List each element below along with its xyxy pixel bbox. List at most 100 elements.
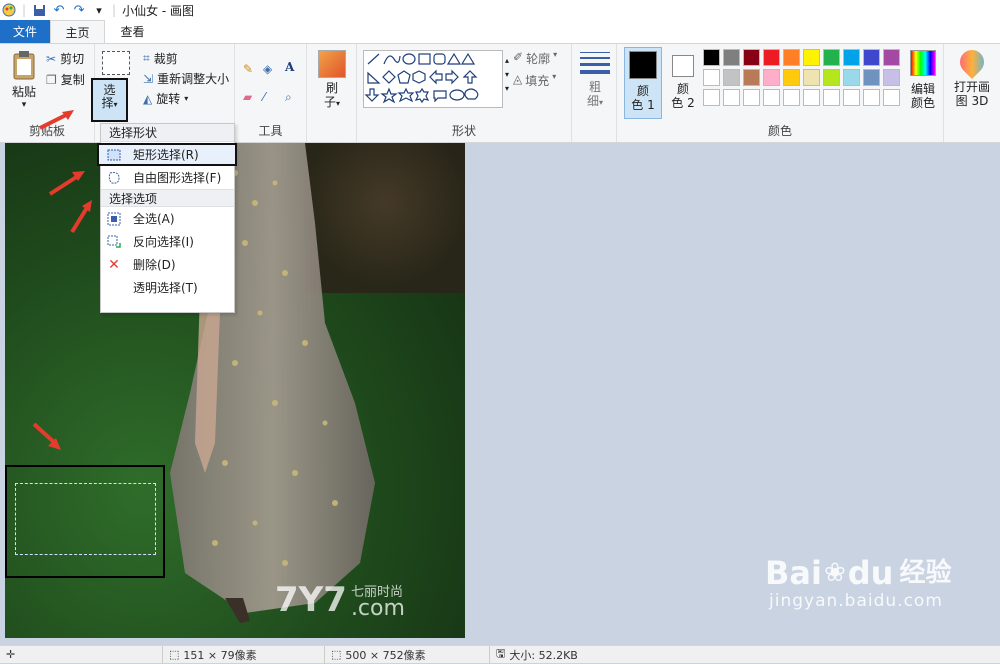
shapes-gallery[interactable] (363, 50, 503, 108)
palette-swatch[interactable] (883, 89, 900, 106)
palette-swatch[interactable] (843, 69, 860, 86)
clipboard-icon (13, 51, 35, 80)
shapes-scroll-icon[interactable]: ▴ ▾ ▾ (505, 54, 509, 96)
palette-swatch[interactable] (823, 69, 840, 86)
outline-button[interactable]: ✐ 轮廓 ▾ (513, 50, 557, 67)
crop-button[interactable]: ⌗ 裁剪 (143, 50, 178, 67)
paint-app-icon (2, 3, 16, 17)
fill-label: 填充 (525, 74, 550, 88)
tab-view[interactable]: 查看 (105, 20, 160, 43)
palette-swatch[interactable] (723, 69, 740, 86)
palette-swatch[interactable] (763, 49, 780, 66)
color1-button[interactable]: 颜 色 1 (624, 47, 662, 119)
palette-swatch[interactable] (743, 49, 760, 66)
palette-swatch[interactable] (783, 89, 800, 106)
quick-access-dropdown[interactable]: ▾ (92, 3, 106, 17)
menu-item-select-all[interactable]: 全选(A) (101, 207, 234, 230)
free-select-label: 自由图形选择(F) (133, 171, 222, 185)
palette-swatch[interactable] (743, 89, 760, 106)
select-button[interactable]: 选 择▾ (91, 78, 128, 122)
palette-swatch[interactable] (883, 49, 900, 66)
redo-icon[interactable]: ↷ (72, 3, 86, 18)
resize-button[interactable]: ⇲ 重新调整大小 (143, 70, 229, 87)
palette-swatch[interactable] (703, 69, 720, 86)
brush-label-line2: 子 (323, 95, 336, 109)
palette-swatch[interactable] (703, 49, 720, 66)
palette-swatch[interactable] (883, 69, 900, 86)
tools-group: ✎ ◈ A ▰ ⁄ ⌕ 工具 (235, 44, 307, 142)
eraser-icon[interactable]: ▰ (243, 90, 252, 104)
magnifier-icon[interactable]: ⌕ (285, 90, 292, 105)
palette-swatch[interactable] (703, 89, 720, 106)
brush-button[interactable]: 刷 子▾ (315, 50, 349, 111)
free-select-icon (107, 171, 121, 185)
menu-item-transparent-select[interactable]: 透明选择(T) (101, 276, 234, 299)
shapes-group: ▴ ▾ ▾ ✐ 轮廓 ▾ ◬ 填充 ▾ 形状 (357, 44, 572, 142)
color2-swatch (672, 55, 694, 77)
palette-swatch[interactable] (723, 49, 740, 66)
tab-home[interactable]: 主页 (50, 20, 105, 43)
palette-swatch[interactable] (823, 49, 840, 66)
invert-select-label: 反向选择(I) (133, 235, 194, 249)
save-icon[interactable] (32, 3, 46, 17)
open-paint3d-button[interactable]: 打开画 图 3D (948, 45, 996, 108)
brush-icon (318, 50, 346, 78)
shapes-palette-icon (364, 52, 479, 104)
pencil-icon[interactable]: ✎ (243, 62, 253, 76)
menu-item-invert-select[interactable]: 反向选择(I) (101, 230, 234, 253)
tab-file[interactable]: 文件 (0, 20, 50, 43)
selection-annotation-box (5, 465, 165, 578)
color2-button[interactable]: 颜 色 2 (666, 47, 700, 119)
select-rect-preview[interactable] (102, 51, 130, 75)
palette-swatch[interactable] (843, 89, 860, 106)
status-selection-size: ⬚ 151 × 79像素 (163, 645, 325, 664)
selection-size-icon: ⬚ (169, 648, 180, 661)
palette-swatch[interactable] (863, 69, 880, 86)
colors-group-label: 颜色 (767, 124, 792, 138)
resize-label: 重新调整大小 (157, 72, 230, 86)
palette-swatch[interactable] (743, 69, 760, 86)
rect-select-label: 矩形选择(R) (133, 148, 199, 162)
crop-icon: ⌗ (143, 51, 150, 65)
transparent-select-label: 透明选择(T) (133, 281, 198, 295)
palette-swatch[interactable] (803, 69, 820, 86)
transparent-select-icon (107, 281, 121, 295)
fill-bucket-icon[interactable]: ◈ (263, 62, 272, 76)
outline-icon: ✐ (513, 50, 524, 64)
undo-icon[interactable]: ↶ (52, 3, 66, 18)
palette-swatch[interactable] (863, 49, 880, 66)
select-all-icon (107, 212, 121, 226)
cut-button[interactable]: ✂ 剪切 (46, 50, 84, 67)
size-button[interactable]: 粗 细▾ (578, 50, 612, 110)
edit-colors-button[interactable]: 编辑 颜色 (905, 50, 941, 110)
annotation-arrow-free (70, 200, 92, 234)
copy-button[interactable]: ❐ 复制 (46, 71, 85, 88)
palette-swatch[interactable] (763, 89, 780, 106)
palette-swatch[interactable] (843, 49, 860, 66)
palette-swatch[interactable] (723, 89, 740, 106)
annotation-arrow-rect (48, 171, 85, 196)
delete-label: 删除(D) (133, 258, 176, 272)
palette-swatch[interactable] (863, 89, 880, 106)
baidu-paw-icon: ❀ (823, 558, 846, 588)
fill-button[interactable]: ◬ 填充 ▾ (513, 72, 556, 89)
colors-group: 颜 色 1 颜 色 2 编辑 颜色 颜色 (617, 44, 944, 142)
text-icon[interactable]: A (285, 60, 294, 74)
rotate-button[interactable]: ◭ 旋转 ▾ (143, 90, 188, 107)
palette-swatch[interactable] (803, 49, 820, 66)
cut-label: 剪切 (60, 52, 85, 66)
palette-swatch[interactable] (803, 89, 820, 106)
palette-swatch[interactable] (763, 69, 780, 86)
palette-swatch[interactable] (783, 69, 800, 86)
select-label-line2: 择 (101, 96, 114, 110)
menu-item-free-select[interactable]: 自由图形选择(F) (101, 166, 234, 189)
menu-item-delete[interactable]: ✕ 删除(D) (101, 253, 234, 276)
menu-item-rect-select[interactable]: 矩形选择(R) (97, 143, 237, 166)
paste-button[interactable]: 粘贴 ▾ (8, 50, 40, 112)
color-picker-icon[interactable]: ⁄ (263, 90, 265, 104)
select-dropdown-menu: 选择形状 矩形选择(R) 自由图形选择(F) 选择选项 全选(A) 反向选择(I… (97, 123, 237, 313)
palette-swatch[interactable] (783, 49, 800, 66)
palette-swatch[interactable] (823, 89, 840, 106)
edit-colors-label-line2: 颜色 (910, 96, 935, 110)
menu-section-select-options: 选择选项 (101, 189, 234, 207)
